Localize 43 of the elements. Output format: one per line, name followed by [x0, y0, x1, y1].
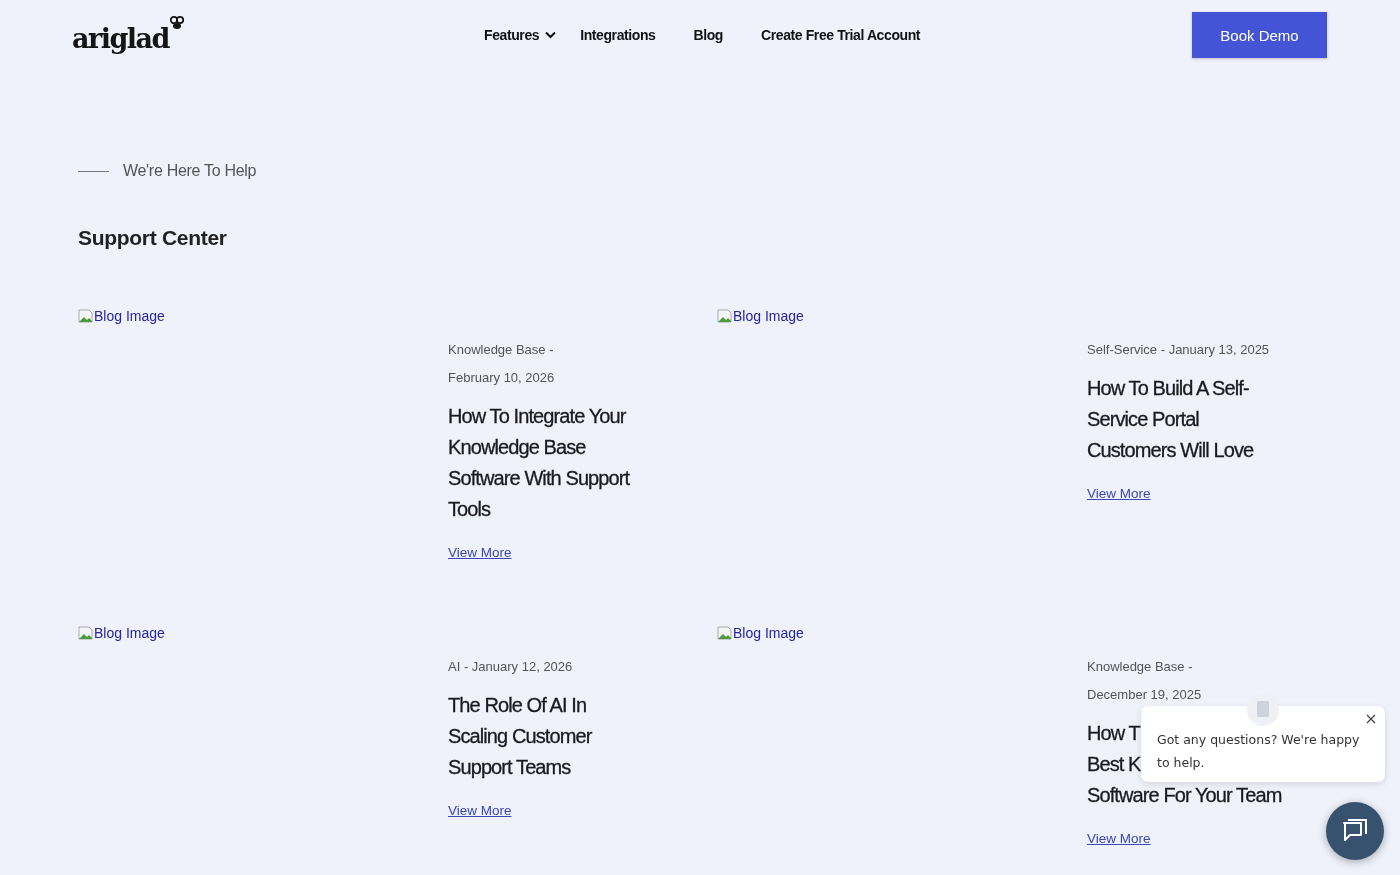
post-title-line: Best K [1087, 752, 1141, 777]
book-demo-button[interactable]: Book Demo [1192, 12, 1327, 58]
post-meta: AI - January 12, 2026 [448, 658, 574, 676]
section-title: Support Center [78, 226, 228, 251]
chat-launcher-button[interactable] [1326, 802, 1384, 860]
ariglad-logo[interactable]: ariglad [72, 15, 402, 55]
image-alt-text: Blog Image [94, 625, 165, 641]
post-meta: Self-Service - January 13, 2025 [1087, 341, 1271, 359]
nav-link[interactable]: Integrations [580, 27, 656, 43]
nav-link[interactable]: Features [484, 27, 557, 43]
broken-image-icon [78, 308, 94, 324]
post-title-line: Software With Support [448, 466, 630, 491]
post-meta: December 19, 2025 [1087, 686, 1203, 704]
post-title-line: Service Portal [1087, 407, 1199, 432]
post-title-line: Support Teams [448, 755, 571, 780]
post-title-line: Software For Your Team [1087, 783, 1282, 808]
bee-icon [169, 15, 185, 31]
post-meta: Knowledge Base - [1087, 658, 1194, 676]
view-more-link[interactable]: View More [1087, 831, 1151, 846]
image-alt-text: Blog Image [94, 308, 165, 324]
post-title-line: Tools [448, 497, 491, 522]
post-title-line: Knowledge Base [448, 435, 586, 460]
image-alt-text: Blog Image [733, 308, 804, 324]
post-title-line: The Role Of AI In [448, 693, 587, 718]
close-button[interactable] [1365, 713, 1377, 725]
post-meta: February 10, 2026 [448, 369, 556, 387]
post-title-line: How T [1087, 721, 1140, 746]
section-eyebrow: We're Here To Help [123, 162, 257, 180]
post-meta: Knowledge Base - [448, 341, 555, 359]
view-more-link[interactable]: View More [448, 803, 512, 818]
chat-message: Got any questions? We're happy to help. [1157, 731, 1361, 772]
post-title-line: Scaling Customer [448, 724, 592, 749]
view-more-link[interactable]: View More [448, 545, 512, 560]
post-title-line: How To Integrate Your [448, 404, 626, 429]
broken-image-icon [717, 625, 733, 641]
view-more-link[interactable]: View More [1087, 486, 1151, 501]
broken-image-icon [717, 308, 733, 324]
post-title-line: How To Build A Self- [1087, 376, 1249, 401]
image-alt-text: Blog Image [733, 625, 804, 641]
broken-image-icon [78, 625, 94, 641]
nav-link[interactable]: Blog [693, 27, 723, 43]
post-title-line: Customers Will Love [1087, 438, 1254, 463]
nav-link[interactable]: Create Free Trial Account [761, 27, 921, 43]
